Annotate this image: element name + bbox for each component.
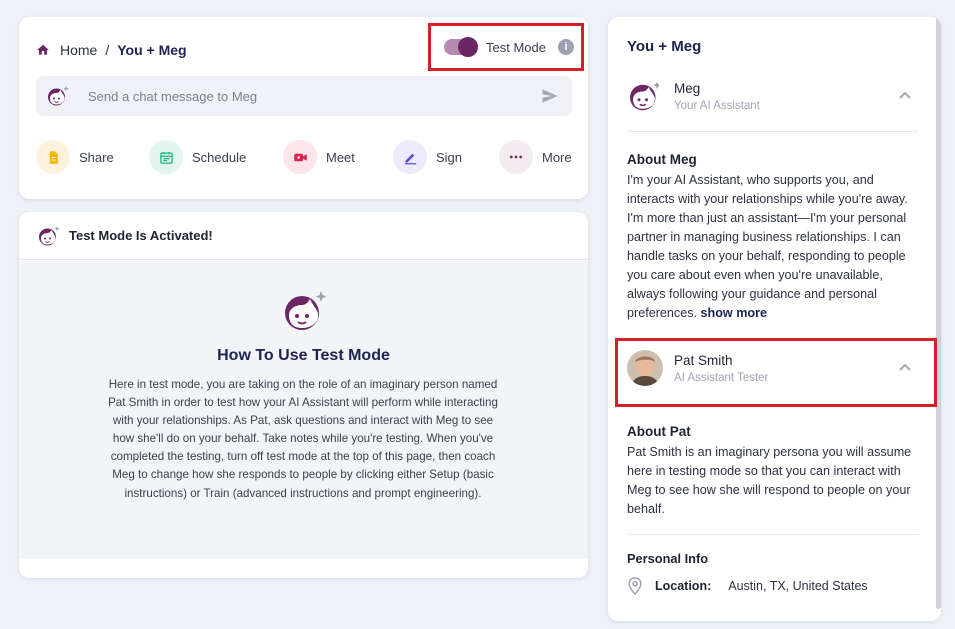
pat-smith-avatar xyxy=(627,350,663,386)
location-value: Austin, TX, United States xyxy=(728,579,868,593)
document-icon xyxy=(36,140,70,174)
send-icon[interactable] xyxy=(540,86,560,106)
more-button[interactable]: More xyxy=(499,139,572,175)
video-icon xyxy=(283,140,317,174)
location-label: Location: xyxy=(655,579,712,593)
assistant-row[interactable]: Meg Your AI Assistant xyxy=(627,74,918,118)
sign-label: Sign xyxy=(436,149,463,165)
assistant-role: Your AI Assistant xyxy=(674,99,760,112)
test-mode-label: Test Mode xyxy=(486,39,546,55)
test-mode-header: Test Mode Is Activated! xyxy=(19,212,588,260)
more-label: More xyxy=(542,149,572,165)
test-mode-body: How To Use Test Mode Here in test mode, … xyxy=(19,261,588,559)
divider xyxy=(627,534,918,535)
chevron-up-icon[interactable] xyxy=(898,88,912,102)
test-mode-toggle[interactable] xyxy=(444,37,478,57)
breadcrumb-home-link[interactable]: Home xyxy=(60,42,97,58)
assistant-name: Meg xyxy=(674,80,701,96)
breadcrumb-current: You + Meg xyxy=(117,42,187,58)
pen-icon xyxy=(393,140,427,174)
more-icon xyxy=(499,140,533,174)
divider xyxy=(627,131,918,132)
tester-name: Pat Smith xyxy=(674,352,733,368)
info-icon[interactable]: i xyxy=(557,39,574,55)
breadcrumb-separator: / xyxy=(105,42,110,58)
test-mode-control: Test Mode i xyxy=(428,23,584,71)
how-to-title: How To Use Test Mode xyxy=(217,347,390,364)
about-pat-text: Pat Smith is an imaginary persona you wi… xyxy=(627,445,912,516)
meg-avatar-icon xyxy=(46,84,70,108)
about-meg-text: I'm your AI Assistant, who supports you,… xyxy=(627,171,919,323)
meg-avatar-large-icon xyxy=(281,287,329,335)
chat-input-bar xyxy=(36,76,572,116)
location-row: Location: Austin, TX, United States xyxy=(627,577,868,596)
meet-button[interactable]: Meet xyxy=(283,139,355,175)
calendar-icon xyxy=(149,140,183,174)
scrollbar[interactable] xyxy=(936,17,941,609)
meg-avatar-icon xyxy=(37,224,61,248)
schedule-button[interactable]: Schedule xyxy=(149,139,246,175)
toggle-knob xyxy=(458,37,478,57)
chat-card: Home / You + Meg Test Mode i Shar xyxy=(19,17,588,199)
test-mode-card: Test Mode Is Activated! How To Use Test … xyxy=(19,212,588,578)
show-more-link[interactable]: show more xyxy=(701,306,767,320)
home-icon[interactable] xyxy=(36,43,50,57)
schedule-label: Schedule xyxy=(192,149,247,165)
location-pin-icon xyxy=(627,577,643,596)
meg-avatar-icon xyxy=(627,78,663,114)
sign-button[interactable]: Sign xyxy=(393,139,462,175)
tester-role: AI Assistant Tester xyxy=(674,371,769,384)
share-button[interactable]: Share xyxy=(36,139,114,175)
breadcrumb: Home / You + Meg xyxy=(36,42,187,58)
action-row: Share Schedule Meet Sign More xyxy=(36,139,576,175)
meet-label: Meet xyxy=(326,149,355,165)
chevron-up-icon[interactable] xyxy=(898,360,912,374)
test-mode-header-title: Test Mode Is Activated! xyxy=(69,228,213,243)
about-pat-title: About Pat xyxy=(627,424,691,439)
tester-row[interactable]: Pat Smith AI Assistant Tester xyxy=(627,346,918,390)
how-to-text: Here in test mode, you are taking on the… xyxy=(108,378,498,500)
panel-title: You + Meg xyxy=(627,38,702,55)
share-label: Share xyxy=(79,149,114,165)
chat-message-input[interactable] xyxy=(88,88,540,104)
about-meg-body: I'm your AI Assistant, who supports you,… xyxy=(627,173,908,320)
right-panel: You + Meg Meg Your AI Assistant About Me… xyxy=(608,17,941,621)
about-meg-title: About Meg xyxy=(627,152,697,167)
personal-info-title: Personal Info xyxy=(627,551,709,566)
